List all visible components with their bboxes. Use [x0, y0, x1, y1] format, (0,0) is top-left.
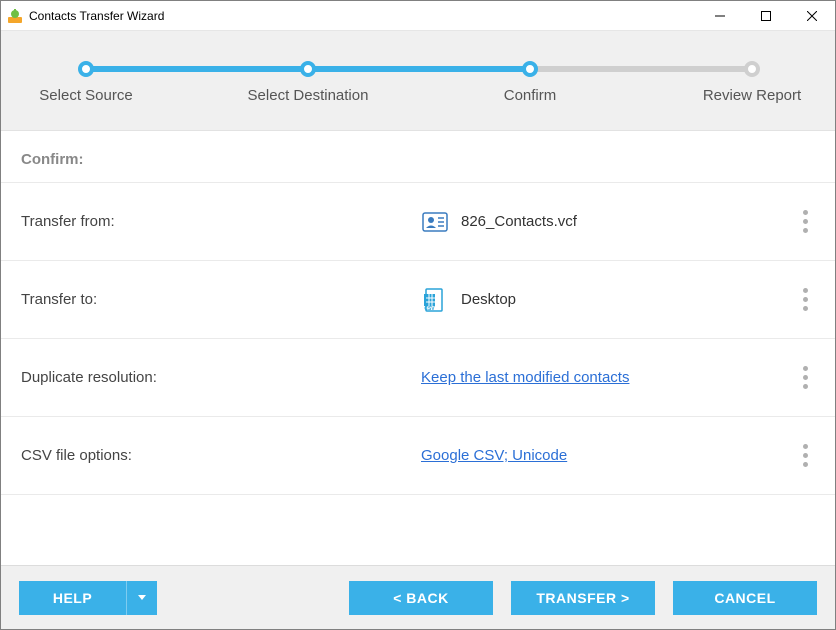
step-select-destination: Select Destination [300, 61, 316, 77]
stepper-track [86, 66, 750, 72]
row-label: Duplicate resolution: [21, 369, 421, 386]
app-icon [7, 8, 23, 24]
minimize-icon [715, 11, 725, 21]
transfer-button[interactable]: TRANSFER > [511, 581, 655, 615]
more-options-button[interactable] [795, 363, 815, 393]
row-value: 826_Contacts.vcf [421, 208, 577, 236]
row-duplicate-resolution: Duplicate resolution: Keep the last modi… [1, 339, 835, 417]
close-icon [807, 11, 817, 21]
svg-text:CSV: CSV [424, 306, 435, 312]
more-options-button[interactable] [795, 441, 815, 471]
step-confirm: Confirm [522, 61, 538, 77]
step-review-report: Review Report [744, 61, 760, 77]
row-value: Keep the last modified contacts [421, 369, 629, 386]
back-button[interactable]: < BACK [349, 581, 493, 615]
chevron-down-icon [138, 595, 146, 600]
more-options-button[interactable] [795, 285, 815, 315]
row-value: Google CSV; Unicode [421, 447, 567, 464]
row-transfer-to: Transfer to: CSV Desktop [1, 261, 835, 339]
duplicate-resolution-link[interactable]: Keep the last modified contacts [421, 369, 629, 386]
minimize-button[interactable] [697, 1, 743, 31]
row-value: CSV Desktop [421, 286, 516, 314]
maximize-button[interactable] [743, 1, 789, 31]
wizard-stepper: Select Source Select Destination Confirm… [1, 31, 835, 131]
step-label: Select Source [39, 87, 132, 104]
row-label: CSV file options: [21, 447, 421, 464]
row-transfer-from: Transfer from: 826_Contacts.vcf [1, 183, 835, 261]
title-left: Contacts Transfer Wizard [7, 8, 164, 24]
step-label: Select Destination [248, 87, 369, 104]
window-controls [697, 1, 835, 31]
step-dot-icon [78, 61, 94, 77]
footer-buttons: < BACK TRANSFER > CANCEL [349, 581, 817, 615]
wizard-footer: HELP < BACK TRANSFER > CANCEL [1, 565, 835, 629]
wizard-window: Contacts Transfer Wizard Select Source S… [0, 0, 836, 630]
maximize-icon [761, 11, 771, 21]
cancel-button[interactable]: CANCEL [673, 581, 817, 615]
help-split-button: HELP [19, 581, 157, 615]
row-csv-options: CSV file options: Google CSV; Unicode [1, 417, 835, 495]
titlebar: Contacts Transfer Wizard [1, 1, 835, 31]
row-label: Transfer from: [21, 213, 421, 230]
step-label: Review Report [703, 87, 801, 104]
more-options-button[interactable] [795, 207, 815, 237]
step-dot-icon [522, 61, 538, 77]
window-title: Contacts Transfer Wizard [29, 9, 164, 23]
help-button[interactable]: HELP [19, 581, 127, 615]
value-text: 826_Contacts.vcf [461, 213, 577, 230]
step-select-source: Select Source [78, 61, 94, 77]
value-text: Desktop [461, 291, 516, 308]
csv-file-icon: CSV [421, 286, 449, 314]
section-title: Confirm: [1, 131, 835, 183]
step-dot-icon [300, 61, 316, 77]
step-dot-icon [744, 61, 760, 77]
row-label: Transfer to: [21, 291, 421, 308]
help-dropdown-button[interactable] [127, 581, 157, 615]
close-button[interactable] [789, 1, 835, 31]
contact-card-icon [421, 208, 449, 236]
csv-options-link[interactable]: Google CSV; Unicode [421, 447, 567, 464]
step-label: Confirm [504, 87, 557, 104]
